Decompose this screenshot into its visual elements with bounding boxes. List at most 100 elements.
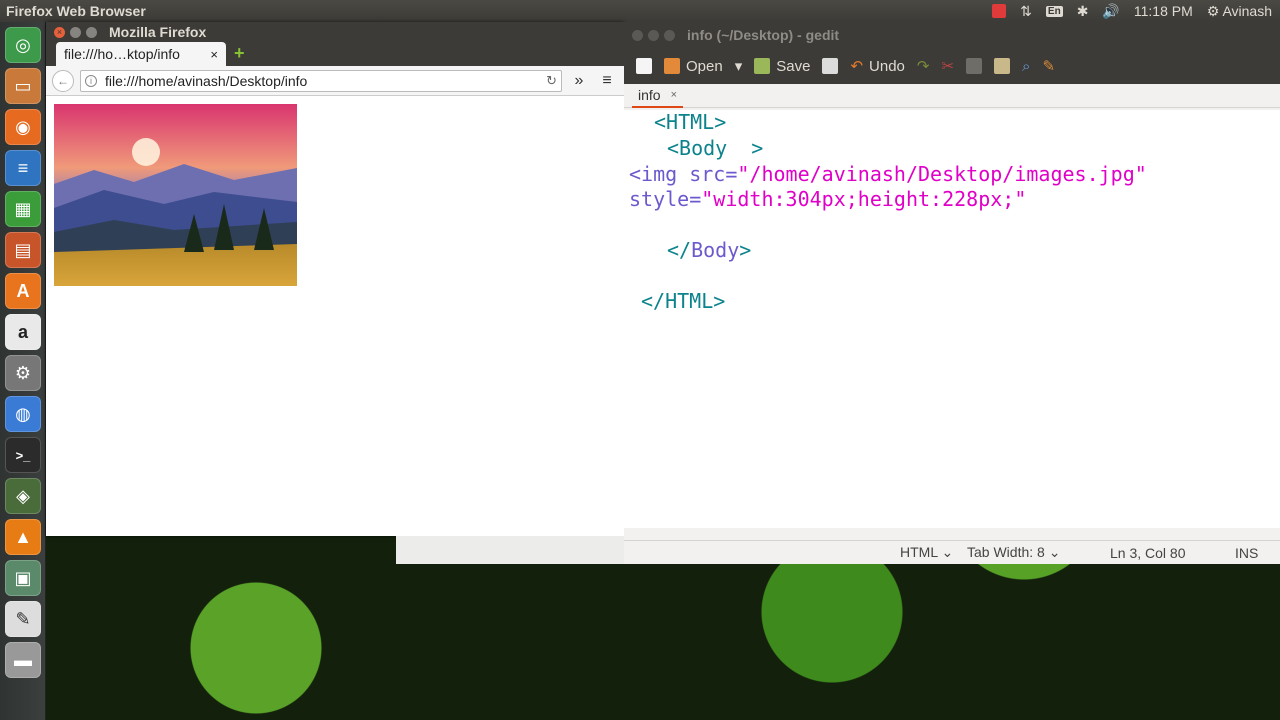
network-icon[interactable]: ⇅ xyxy=(1020,3,1032,20)
keyboard-layout-indicator[interactable]: En xyxy=(1045,5,1063,17)
minimize-icon[interactable] xyxy=(70,26,81,38)
gedit-toolbar: Open ▾ Save ↶ Undo ↷ ✂ ⌕ ✎ xyxy=(624,48,1280,84)
firefox-window: × Mozilla Firefox file:///ho…ktop/info ×… xyxy=(46,22,624,536)
firefox-navbar: ← i file:///home/avinash/Desktop/info ↻ … xyxy=(46,66,624,96)
minimize-icon[interactable] xyxy=(648,29,659,41)
top-panel: Firefox Web Browser ⇅ En ✱ 🔊 11:18 PM ⚙ … xyxy=(0,0,1280,22)
software-center-icon[interactable]: A xyxy=(5,273,41,309)
firefox-window-title: Mozilla Firefox xyxy=(109,24,207,40)
body-close-bracket-open: </ xyxy=(667,238,692,262)
close-tab-icon[interactable]: × xyxy=(210,47,218,62)
html-open-tag: <HTML> xyxy=(654,110,727,134)
chromium-icon[interactable]: ◍ xyxy=(5,396,41,432)
text-editor-icon[interactable]: ✎ xyxy=(5,601,41,637)
overflow-icon[interactable]: » xyxy=(568,72,590,90)
find-button[interactable]: ⌕ xyxy=(1022,58,1030,75)
new-document-button[interactable] xyxy=(636,58,652,74)
printer-icon xyxy=(822,58,839,74)
open-dropdown-button[interactable]: ▾ xyxy=(735,57,743,75)
maximize-icon[interactable] xyxy=(664,29,675,41)
clock[interactable]: 11:18 PM xyxy=(1134,3,1193,19)
save-icon xyxy=(754,58,771,74)
undo-icon: ↶ xyxy=(850,58,864,75)
paste-button[interactable] xyxy=(994,58,1011,74)
vlc-icon[interactable]: ▲ xyxy=(5,519,41,555)
active-app-title: Firefox Web Browser xyxy=(6,3,146,19)
launcher: ◎ ▭ ◉ ≡ ▦ ▤ A a ⚙ ◍ >_ ◈ ▲ ▣ ✎ ▬ xyxy=(0,22,46,720)
body-close-name: Body xyxy=(691,238,740,262)
maximize-icon[interactable] xyxy=(86,26,97,38)
info-icon[interactable]: i xyxy=(85,74,97,87)
menu-icon[interactable]: ≡ xyxy=(596,72,618,90)
workspace-switcher-icon[interactable]: ◈ xyxy=(5,478,41,514)
gedit-tab-strip: info × xyxy=(624,84,1280,108)
bluetooth-icon[interactable]: ✱ xyxy=(1077,3,1089,20)
firefox-icon[interactable]: ◉ xyxy=(5,109,41,145)
paste-icon xyxy=(994,58,1011,74)
writer-icon[interactable]: ≡ xyxy=(5,150,41,186)
firefox-tab[interactable]: file:///ho…ktop/info × xyxy=(56,42,226,66)
print-button[interactable] xyxy=(822,58,839,74)
drive-icon[interactable]: ▬ xyxy=(5,642,41,678)
replace-icon: ✎ xyxy=(1042,58,1056,75)
copy-button[interactable] xyxy=(966,58,983,74)
copy-icon xyxy=(966,58,983,74)
gedit-window: info (~/Desktop) - gedit Open ▾ Save ↶ Un… xyxy=(624,22,1280,564)
style-attribute: style= xyxy=(629,187,702,211)
files-icon[interactable]: ▭ xyxy=(5,68,41,104)
reload-icon[interactable]: ↻ xyxy=(546,73,557,89)
code-line-4: style="width:304px;height:228px;" xyxy=(629,187,1026,211)
undo-button[interactable]: ↶ Undo xyxy=(850,57,905,76)
landscape-image xyxy=(54,104,297,286)
body-open-tag: <Body > xyxy=(667,136,764,160)
system-settings-icon[interactable]: ⚙ xyxy=(5,355,41,391)
url-bar[interactable]: i file:///home/avinash/Desktop/info ↻ xyxy=(80,69,562,92)
cursor-position: Ln 3, Col 80 xyxy=(1110,544,1186,561)
gedit-tab[interactable]: info × xyxy=(632,84,684,108)
calc-icon[interactable]: ▦ xyxy=(5,191,41,227)
amazon-icon[interactable]: a xyxy=(5,314,41,350)
firefox-tab-label: file:///ho…ktop/info xyxy=(64,46,180,62)
save-label: Save xyxy=(776,57,811,75)
gedit-window-title: info (~/Desktop) - gedit xyxy=(687,27,840,43)
redo-button[interactable]: ↷ xyxy=(917,57,930,75)
code-editor[interactable]: <HTML> <Body > <img src="/home/avinash/D… xyxy=(624,110,1280,528)
record-indicator-icon[interactable] xyxy=(992,4,1007,18)
cut-button[interactable]: ✂ xyxy=(941,57,954,75)
user-name: Avinash xyxy=(1222,2,1272,19)
img-tag: <img xyxy=(629,162,690,186)
redo-icon: ↷ xyxy=(916,58,930,75)
close-icon[interactable] xyxy=(632,29,643,41)
close-icon[interactable]: × xyxy=(54,26,65,38)
chevron-down-icon: ⌄ xyxy=(1048,544,1061,560)
undo-label: Undo xyxy=(869,57,905,75)
language-selector[interactable]: HTML ⌄ xyxy=(900,544,953,561)
user-menu[interactable]: ⚙ Avinash xyxy=(1207,3,1272,20)
tab-width-selector[interactable]: Tab Width: 8 ⌄ xyxy=(967,544,1060,561)
volume-icon[interactable]: 🔊 xyxy=(1102,3,1119,20)
chevron-down-icon: ▾ xyxy=(734,58,743,75)
close-tab-icon[interactable]: × xyxy=(671,89,677,101)
gedit-titlebar: info (~/Desktop) - gedit xyxy=(624,22,1280,48)
back-icon[interactable]: ← xyxy=(52,69,74,92)
firefox-tab-strip: file:///ho…ktop/info × + xyxy=(46,42,624,66)
code-line-3: <img src="/home/avinash/Desktop/images.j… xyxy=(629,162,1147,186)
style-value: "width:304px;height:228px;" xyxy=(701,187,1027,211)
gear-icon: ⚙ xyxy=(1206,2,1220,19)
new-tab-icon[interactable]: + xyxy=(234,43,245,64)
image-viewer-icon[interactable]: ▣ xyxy=(5,560,41,596)
src-attribute: src= xyxy=(689,162,738,186)
new-document-icon xyxy=(636,58,652,74)
code-line-8: </HTML> xyxy=(641,289,725,313)
page-content xyxy=(46,96,624,536)
dash-icon[interactable]: ◎ xyxy=(5,27,41,63)
scissors-icon: ✂ xyxy=(941,58,955,75)
terminal-icon[interactable]: >_ xyxy=(5,437,41,473)
language-label: HTML xyxy=(900,544,938,560)
open-button[interactable]: Open xyxy=(664,58,723,75)
save-button[interactable]: Save xyxy=(754,58,810,75)
impress-icon[interactable]: ▤ xyxy=(5,232,41,268)
replace-button[interactable]: ✎ xyxy=(1042,57,1055,75)
body-close-bracket-close: > xyxy=(739,238,752,262)
code-line-1: <HTML> xyxy=(654,110,726,134)
